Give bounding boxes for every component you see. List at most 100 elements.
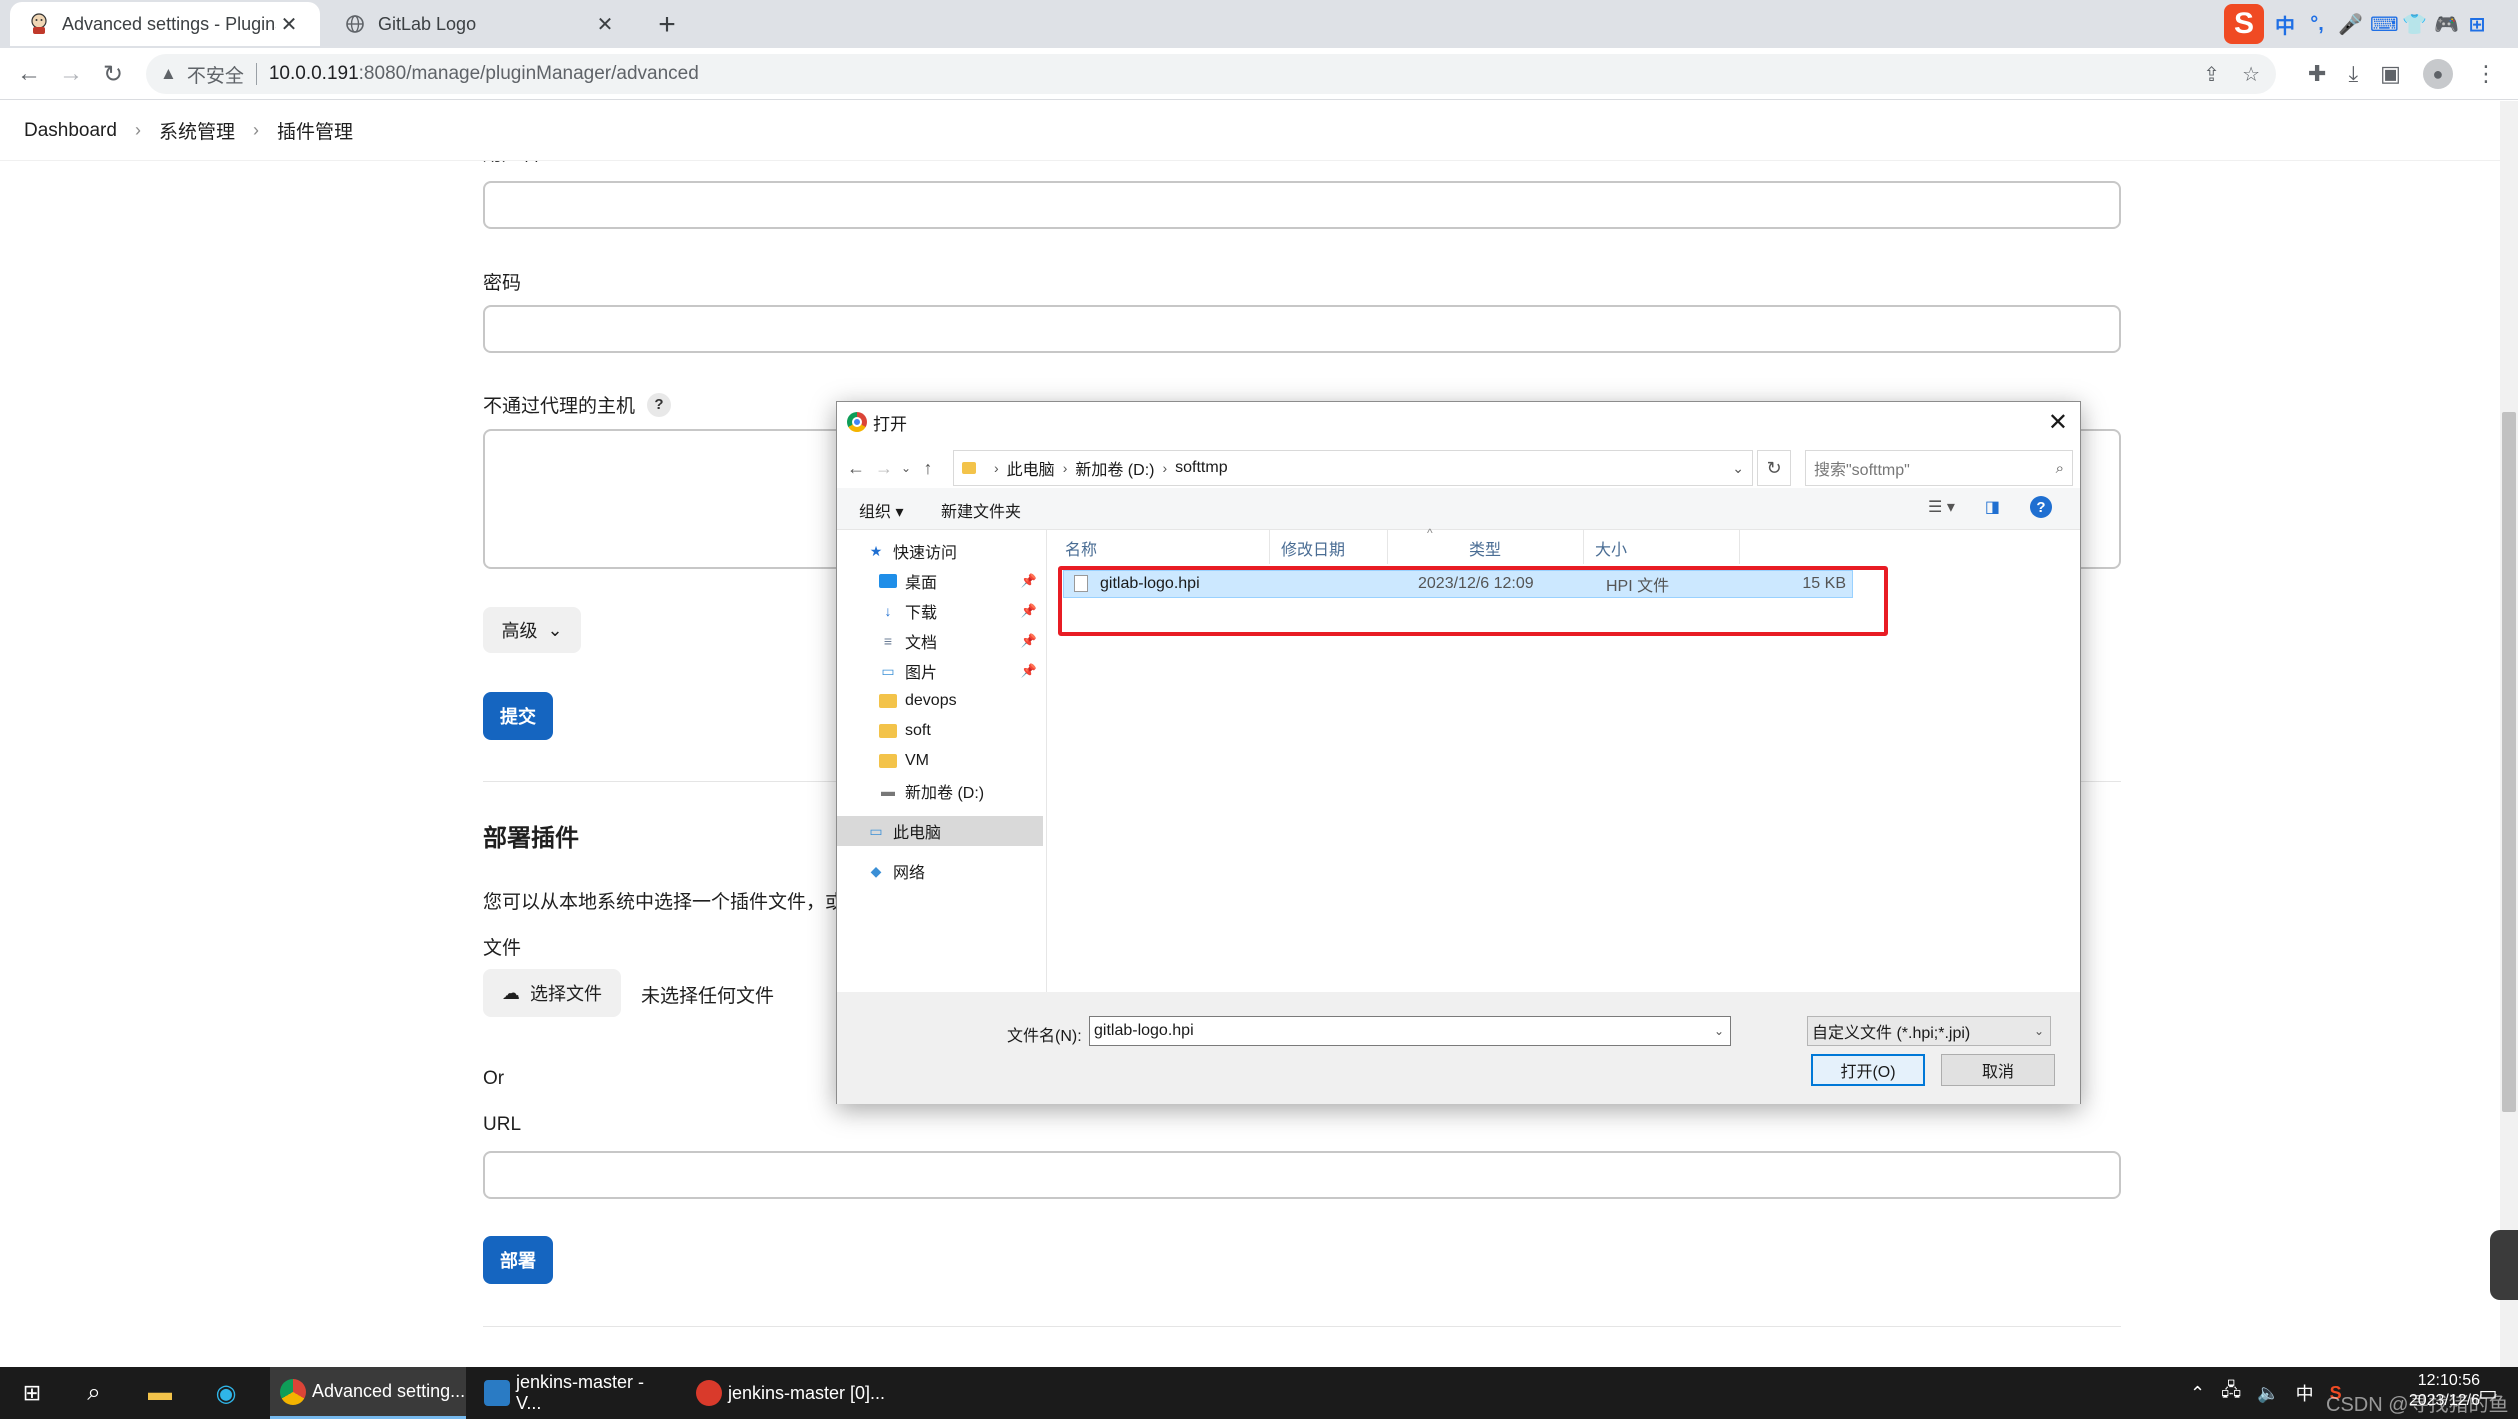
cancel-button[interactable]: 取消 [1941, 1054, 2055, 1086]
column-modified[interactable]: 修改日期 [1281, 536, 1345, 560]
ime-item[interactable]: ⌨ [2370, 12, 2399, 37]
close-tab-icon[interactable]: ✕ [276, 11, 302, 37]
chevron-down-icon: ⌄ [547, 619, 563, 640]
menu-kebab-icon[interactable]: ⋮ [2475, 61, 2497, 87]
breadcrumb-manage[interactable]: 系统管理 [159, 117, 235, 144]
new-tab-icon[interactable]: + [650, 8, 684, 42]
organize-menu[interactable]: 组织 ▾ [859, 498, 904, 522]
dialog-titlebar[interactable]: 打开 ✕ [837, 402, 2080, 442]
bookmark-star-icon[interactable]: ☆ [2242, 62, 2260, 87]
share-icon[interactable]: ⇪ [2203, 62, 2220, 87]
forward-icon[interactable]: → [54, 57, 88, 91]
username-input[interactable] [483, 181, 2121, 229]
taskbar-app-chrome[interactable]: Advanced setting... [270, 1367, 466, 1419]
help-icon[interactable]: ? [2030, 496, 2052, 518]
tab-advanced-settings[interactable]: Advanced settings - Plugins [Jenkins] ✕ [10, 2, 320, 46]
recent-dropdown-icon[interactable]: ⌄ [895, 454, 917, 482]
filename-value: gitlab-logo.hpi [1094, 1022, 1194, 1039]
windows-start-icon[interactable]: ⊞ [14, 1375, 50, 1411]
path-drive-d[interactable]: 新加卷 (D:) [1075, 456, 1154, 480]
forward-icon[interactable]: → [873, 454, 895, 482]
view-options-icon[interactable]: ☰ ▾ [1928, 497, 1955, 517]
no-file-chosen: 未选择任何文件 [641, 986, 775, 1007]
close-tab-icon[interactable]: ✕ [592, 11, 618, 37]
or-text: Or [483, 1068, 505, 1089]
downloads-icon[interactable]: ⤓ [2348, 61, 2358, 87]
ime-item[interactable]: 👕 [2402, 12, 2427, 37]
choose-file-button[interactable]: ☁ 选择文件 [483, 969, 621, 1017]
open-button[interactable]: 打开(O) [1811, 1054, 1925, 1086]
tab-title: GitLab Logo [378, 13, 477, 34]
ime-item[interactable]: °, [2306, 13, 2328, 36]
column-name[interactable]: 名称 [1065, 536, 1097, 560]
back-icon[interactable]: ← [12, 57, 46, 91]
up-folder-icon[interactable]: ↑ [917, 454, 939, 482]
nav-item[interactable]: ▭ 此电脑 [837, 816, 1043, 846]
security-label[interactable]: 不安全 [187, 61, 244, 88]
volume-icon[interactable]: 🔈 [2257, 1383, 2279, 1404]
nav-item[interactable]: 桌面 📌 [837, 566, 1043, 596]
floating-side-tool[interactable] [2490, 1230, 2518, 1300]
dialog-search-input[interactable]: 搜索"softtmp" ⌕ [1805, 450, 2073, 486]
dialog-address-bar[interactable]: › 此电脑 › 新加卷 (D:) › softtmp ⌄ [953, 450, 1753, 486]
nav-item[interactable]: ▭ 图片 📌 [837, 656, 1043, 686]
nav-item[interactable]: ▬ 新加卷 (D:) [837, 776, 1043, 806]
tab-gitlab-logo[interactable]: GitLab Logo ✕ [326, 2, 636, 46]
nav-item[interactable]: ↓ 下载 📌 [837, 596, 1043, 626]
help-icon[interactable]: ? [647, 392, 672, 417]
warning-icon[interactable]: ▲ [160, 64, 177, 84]
extensions-icon[interactable]: ✚ [2308, 61, 2326, 87]
filename-label: 文件名(N): [1007, 1028, 1082, 1045]
password-input[interactable] [483, 305, 2121, 353]
breadcrumb-plugin-manager[interactable]: 插件管理 [277, 117, 353, 144]
breadcrumb-dashboard[interactable]: Dashboard [24, 120, 117, 142]
path-softtmp[interactable]: softtmp [1175, 459, 1227, 477]
sogou-ime-icon[interactable]: S [2224, 4, 2264, 44]
preview-pane-icon[interactable]: ◨ [1985, 497, 2000, 517]
reload-icon[interactable]: ↻ [96, 57, 130, 91]
deploy-button[interactable]: 部署 [483, 1236, 553, 1284]
submit-button[interactable]: 提交 [483, 692, 553, 740]
close-icon[interactable]: ✕ [2048, 408, 2068, 437]
profile-avatar[interactable]: ● [2422, 59, 2453, 89]
chevron-down-icon[interactable]: ⌄ [1714, 1024, 1724, 1038]
taskbar-app-vmware[interactable]: jenkins-master - V... [474, 1367, 674, 1419]
nav-item[interactable]: soft [837, 716, 1043, 746]
ime-item[interactable]: ⊞ [2466, 12, 2488, 37]
nav-item[interactable]: VM [837, 746, 1043, 776]
filetype-select[interactable]: 自定义文件 (*.hpi;*.jpi) ⌄ [1807, 1016, 2051, 1046]
network-icon[interactable]: 🖧 [2221, 1378, 2241, 1408]
column-type[interactable]: 类型 [1469, 536, 1501, 560]
nav-item-label: 新加卷 (D:) [905, 785, 985, 802]
scrollbar-thumb[interactable] [2502, 412, 2516, 1112]
path-this-pc[interactable]: 此电脑 [1007, 456, 1055, 480]
side-panel-icon[interactable]: ▣ [2380, 61, 2401, 87]
search-icon[interactable]: ⌕ [76, 1375, 112, 1411]
chevron-up-icon[interactable]: ⌃ [2190, 1383, 2205, 1404]
file-explorer-icon[interactable]: ▬ [142, 1375, 178, 1411]
ime-item[interactable]: 🎤 [2338, 12, 2363, 37]
chevron-down-icon[interactable]: ⌄ [1732, 460, 1744, 477]
plugin-url-input[interactable] [483, 1151, 2121, 1199]
nav-item[interactable]: ★ 快速访问 [837, 536, 1043, 566]
nav-item[interactable]: ◆ 网络 [837, 856, 1043, 886]
filename-input[interactable]: gitlab-logo.hpi ⌄ [1089, 1016, 1731, 1046]
column-size[interactable]: 大小 [1595, 536, 1627, 560]
new-folder-button[interactable]: 新建文件夹 [941, 498, 1021, 522]
ime-indicator[interactable]: 中 [2296, 1380, 2314, 1406]
globe-icon [344, 13, 366, 35]
advanced-button[interactable]: 高级 ⌄ [483, 607, 581, 653]
taskbar-app-terminal[interactable]: jenkins-master [0]... [686, 1367, 886, 1419]
ime-item[interactable]: 🎮 [2434, 12, 2459, 37]
tab-title: Advanced settings - Plugins [Jenkins] [62, 13, 276, 34]
highlight-box [1058, 566, 1888, 636]
edge-icon[interactable]: ◉ [208, 1375, 244, 1411]
ime-item[interactable]: 中 [2274, 10, 2296, 39]
taskbar-app-label: Advanced setting... [312, 1381, 466, 1401]
refresh-icon[interactable]: ↻ [1757, 450, 1791, 486]
nav-item[interactable]: ≡ 文档 📌 [837, 626, 1043, 656]
organize-label: 组织 [859, 504, 892, 521]
address-bar[interactable]: ▲ 不安全 10.0.0.191 :8080/manage/pluginMana… [146, 54, 2276, 94]
back-icon[interactable]: ← [845, 454, 867, 482]
nav-item[interactable]: devops [837, 686, 1043, 716]
